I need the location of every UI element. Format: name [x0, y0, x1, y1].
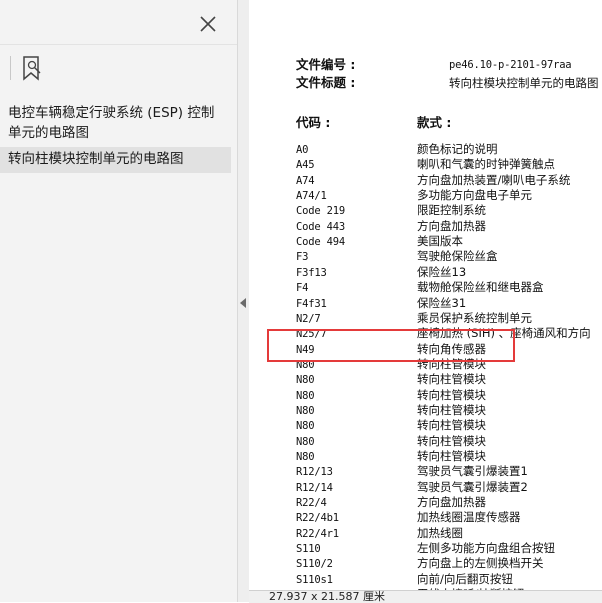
code-column-header: 代码 : — [296, 115, 331, 130]
bookmark-item-label-continued: 单元的电路图 — [8, 125, 89, 141]
component-description: 座椅加热 (SIH) 、座椅通风和方向 — [417, 326, 591, 341]
file-title-label: 文件标题 : — [296, 75, 356, 90]
component-description: 方向盘上的左侧换档开关 — [417, 556, 544, 571]
component-code: F3 — [296, 251, 309, 264]
component-code: N2/7 — [296, 312, 321, 325]
component-code: R12/13 — [296, 466, 333, 479]
component-description: 加热线圈 — [417, 525, 463, 540]
component-code: F3f13 — [296, 266, 327, 279]
component-description: 转向柱管模块 — [417, 433, 486, 448]
file-number-value: pe46.10-p-2101-97raa — [449, 59, 572, 71]
component-description: 喇叭和气囊的时钟弹簧触点 — [417, 157, 555, 172]
component-description: 多功能方向盘电子单元 — [417, 188, 532, 203]
close-icon — [200, 16, 216, 32]
component-description: 转向柱管模块 — [417, 418, 486, 433]
component-description: 转向柱管模块 — [417, 372, 486, 387]
component-description: 美国版本 — [417, 234, 463, 249]
component-code: F4 — [296, 282, 309, 295]
toolbar-separator — [10, 56, 11, 80]
component-description: 颜色标记的说明 — [417, 142, 498, 156]
document-page: 文件编号 : pe46.10-p-2101-97raa 文件标题 : 转向柱模块… — [249, 0, 602, 590]
component-code: R22/4 — [296, 497, 327, 510]
bookmark-icon — [23, 56, 41, 81]
component-code: N80 — [296, 374, 315, 387]
component-code: S110/2 — [296, 558, 333, 571]
component-description: 向前/向后翻页按钮 — [417, 571, 513, 586]
component-description: 方向盘加热器 — [417, 495, 486, 510]
splitter-border — [237, 0, 238, 602]
component-code: N25/7 — [296, 328, 327, 341]
component-description: 保险丝31 — [417, 295, 467, 310]
description-column-header: 款式 : — [417, 115, 452, 130]
component-code: S110s1 — [296, 573, 333, 586]
component-code: N80 — [296, 435, 315, 448]
component-code: R12/14 — [296, 481, 333, 494]
component-code: A74 — [296, 174, 315, 187]
status-bar: 27.937 x 21.587 厘米 — [249, 590, 602, 603]
component-code: R22/4r1 — [296, 527, 339, 540]
component-code: R22/4b1 — [296, 512, 339, 525]
component-code: A74/1 — [296, 190, 327, 203]
collapse-panel-arrow-icon[interactable] — [240, 298, 246, 308]
panel-toolbar-divider — [0, 44, 237, 45]
component-code: N80 — [296, 451, 315, 463]
component-description: 转向柱管模块 — [417, 356, 486, 371]
component-description: 驾驶员气囊引爆装置2 — [417, 479, 528, 494]
bookmark-item-label: 电控车辆稳定行驶系统 (ESP) 控制 — [8, 105, 215, 121]
bookmark-item-esp[interactable]: 电控车辆稳定行驶系统 (ESP) 控制 单元的电路图 — [0, 103, 231, 143]
component-description: 转向柱管模块 — [417, 387, 486, 402]
component-description: 乘员保护系统控制单元 — [417, 310, 532, 325]
bookmark-panel: 电控车辆稳定行驶系统 (ESP) 控制 单元的电路图 转向柱模块控制单元的电路图 — [0, 0, 237, 602]
component-description: 限距控制系统 — [417, 203, 486, 218]
component-description: 加热线圈温度传感器 — [417, 510, 521, 525]
component-description: 转向柱管模块 — [417, 402, 486, 417]
bookmark-item-steering-module[interactable]: 转向柱模块控制单元的电路图 — [0, 147, 231, 173]
component-code: N80 — [296, 404, 315, 417]
component-description: 保险丝13 — [417, 264, 467, 279]
component-code: A0 — [296, 144, 309, 156]
file-title-value: 转向柱模块控制单元的电路图 — [449, 76, 599, 90]
component-description: 方向盘加热器 — [417, 218, 486, 233]
component-description: 载物舱保险丝和继电器盒 — [417, 280, 544, 295]
component-code: Code 219 — [296, 205, 345, 218]
component-description: 驾驶舱保险丝盒 — [417, 249, 498, 264]
component-code: N80 — [296, 420, 315, 433]
component-description: 转向角传感器 — [417, 341, 486, 356]
component-code: Code 494 — [296, 236, 345, 249]
file-number-label: 文件编号 : — [296, 57, 356, 72]
component-code: N80 — [296, 389, 315, 402]
bookmark-item-label: 转向柱模块控制单元的电路图 — [8, 151, 184, 167]
component-code: S110 — [296, 543, 321, 556]
component-code: N49 — [296, 343, 315, 356]
close-panel-button[interactable] — [196, 12, 220, 36]
component-code: Code 443 — [296, 220, 345, 233]
component-code: A45 — [296, 159, 315, 172]
page-size-readout: 27.937 x 21.587 厘米 — [269, 590, 385, 603]
component-code: F4f31 — [296, 297, 327, 310]
add-bookmark-button[interactable] — [20, 55, 44, 81]
component-description: 驾驶员气囊引爆装置1 — [417, 464, 528, 479]
component-code: N80 — [296, 358, 315, 371]
component-description: 方向盘加热装置/喇叭电子系统 — [417, 172, 571, 187]
component-description: 左侧多功能方向盘组合按钮 — [417, 541, 555, 556]
component-description: 转向柱管模块 — [417, 449, 486, 463]
